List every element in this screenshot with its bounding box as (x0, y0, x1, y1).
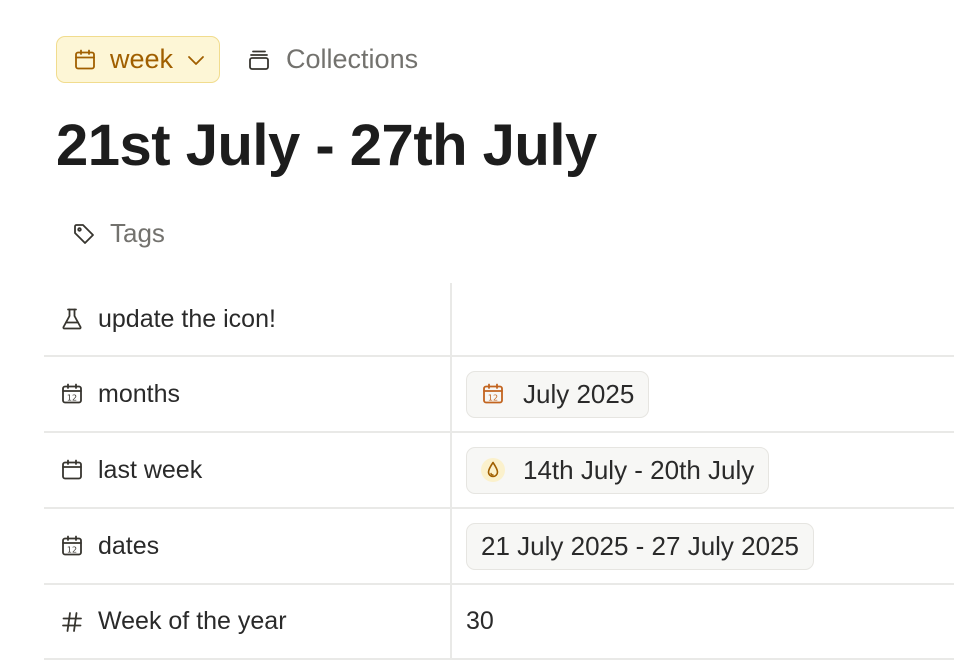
tags-label: Tags (110, 218, 165, 248)
last-week-relation-chip[interactable]: 14th July - 20th July (466, 446, 770, 494)
property-label: dates (98, 531, 160, 560)
calendar-12-icon: 12 (60, 382, 84, 406)
week-number-value[interactable]: 30 (452, 607, 954, 636)
svg-text:12: 12 (67, 545, 77, 554)
chip-label: 14th July - 20th July (523, 454, 755, 485)
chevron-down-icon (187, 51, 205, 69)
property-key[interactable]: update the icon! (44, 283, 452, 355)
svg-text:12: 12 (67, 393, 77, 402)
property-value: 12 July 2025 (452, 370, 954, 418)
property-row-week-of-year: Week of the year 30 (44, 585, 954, 660)
calendar-icon (73, 48, 97, 72)
month-relation-chip[interactable]: 12 July 2025 (466, 370, 650, 418)
property-label: update the icon! (98, 304, 276, 333)
chip-label: July 2025 (523, 378, 635, 409)
property-label: last week (98, 455, 203, 484)
page: week Collections 21st July - 27th July T… (0, 0, 954, 662)
page-title[interactable]: 21st July - 27th July (56, 112, 597, 179)
calendar-12-icon: 12 (60, 534, 84, 558)
property-label: months (98, 379, 180, 408)
property-key[interactable]: last week (44, 433, 452, 507)
week-label: week (110, 44, 174, 74)
calendar-icon (60, 458, 84, 482)
properties-table: update the icon! 12 months 12 July 2025 … (44, 283, 954, 660)
property-key[interactable]: 12 months (44, 357, 452, 431)
hash-icon (60, 610, 84, 634)
collections-label: Collections (286, 44, 419, 74)
week-number: 30 (466, 607, 494, 635)
svg-text:12: 12 (488, 393, 498, 402)
property-row-dates: 12 dates 21 July 2025 - 27 July 2025 (44, 509, 954, 585)
chip-label: 21 July 2025 - 27 July 2025 (481, 530, 799, 561)
property-key[interactable]: 12 dates (44, 509, 452, 583)
drop-icon (481, 458, 505, 482)
property-row-update-icon: update the icon! (44, 283, 954, 357)
date-range-chip[interactable]: 21 July 2025 - 27 July 2025 (466, 522, 814, 570)
property-value: 14th July - 20th July (452, 446, 954, 494)
week-collection-button[interactable]: week (56, 36, 221, 83)
breadcrumb: week Collections (56, 36, 418, 83)
flask-icon (60, 307, 84, 331)
property-row-last-week: last week 14th July - 20th July (44, 433, 954, 509)
calendar-12-icon: 12 (481, 382, 505, 406)
collections-icon (248, 49, 270, 71)
property-label: Week of the year (98, 607, 287, 635)
property-value: 21 July 2025 - 27 July 2025 (452, 522, 954, 570)
tag-icon (72, 222, 96, 246)
property-row-months: 12 months 12 July 2025 (44, 357, 954, 433)
property-key[interactable]: Week of the year (44, 585, 452, 658)
tags-property[interactable]: Tags (72, 218, 165, 249)
collections-link[interactable]: Collections (248, 44, 418, 75)
